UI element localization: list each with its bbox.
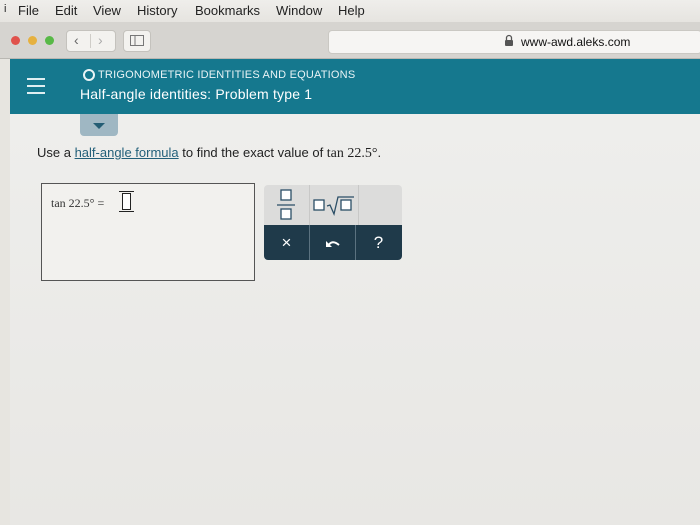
- apple-icon[interactable]: i: [4, 3, 6, 15]
- menu-bookmarks[interactable]: Bookmarks: [195, 3, 260, 18]
- menu-history[interactable]: History: [137, 3, 177, 18]
- problem-title: Half-angle identities: Problem type 1: [80, 86, 313, 102]
- minimize-window-button[interactable]: [28, 36, 37, 45]
- answer-lhs: tan 22.5° =: [51, 196, 105, 210]
- url-text: www-awd.aleks.com: [521, 35, 631, 49]
- menu-help[interactable]: Help: [338, 3, 365, 18]
- nav-buttons: ‹ ›: [66, 30, 116, 52]
- problem-area: Use a half-angle formula to find the exa…: [10, 114, 700, 525]
- answer-input-area[interactable]: tan 22.5° =: [41, 183, 255, 281]
- sidebar-icon: [130, 35, 144, 46]
- square-root-button[interactable]: [310, 185, 359, 225]
- question-expression: tan 22.5°: [326, 146, 378, 161]
- topic-title: TRIGONOMETRIC IDENTITIES AND EQUATIONS: [98, 69, 356, 81]
- half-angle-formula-link[interactable]: half-angle formula: [75, 145, 179, 160]
- help-button[interactable]: ?: [356, 225, 401, 260]
- fraction-button[interactable]: [264, 185, 310, 225]
- undo-button[interactable]: [310, 225, 355, 260]
- menu-edit[interactable]: Edit: [55, 3, 77, 18]
- palette-actions: × ?: [264, 225, 402, 260]
- menu-file[interactable]: File: [18, 3, 39, 18]
- close-window-button[interactable]: [11, 36, 20, 45]
- topic-status-icon: [83, 69, 95, 81]
- sidebar-toggle-button[interactable]: [123, 30, 151, 52]
- chevron-down-icon: [93, 123, 105, 129]
- back-button[interactable]: ‹: [74, 32, 79, 48]
- address-bar[interactable]: www-awd.aleks.com: [328, 30, 700, 54]
- forward-button[interactable]: ›: [98, 32, 103, 48]
- math-palette: [264, 185, 402, 225]
- menu-view[interactable]: View: [93, 3, 121, 18]
- menu-window[interactable]: Window: [276, 3, 322, 18]
- menu-bar: i File Edit View History Bookmarks Windo…: [0, 0, 700, 22]
- undo-icon: [325, 241, 340, 247]
- square-root-icon: [313, 196, 354, 217]
- question-text: Use a half-angle formula to find the exa…: [37, 145, 382, 161]
- browser-toolbar: ‹ › www-awd.aleks.com: [0, 22, 700, 59]
- answer-input-cursor[interactable]: [119, 191, 134, 212]
- zoom-window-button[interactable]: [45, 36, 54, 45]
- expand-toggle-button[interactable]: [80, 114, 118, 136]
- clear-button[interactable]: ×: [264, 225, 309, 260]
- lock-icon: [505, 34, 513, 46]
- menu-icon[interactable]: [27, 78, 45, 99]
- aleks-header: TRIGONOMETRIC IDENTITIES AND EQUATIONS H…: [10, 59, 700, 114]
- fraction-icon: [277, 189, 295, 220]
